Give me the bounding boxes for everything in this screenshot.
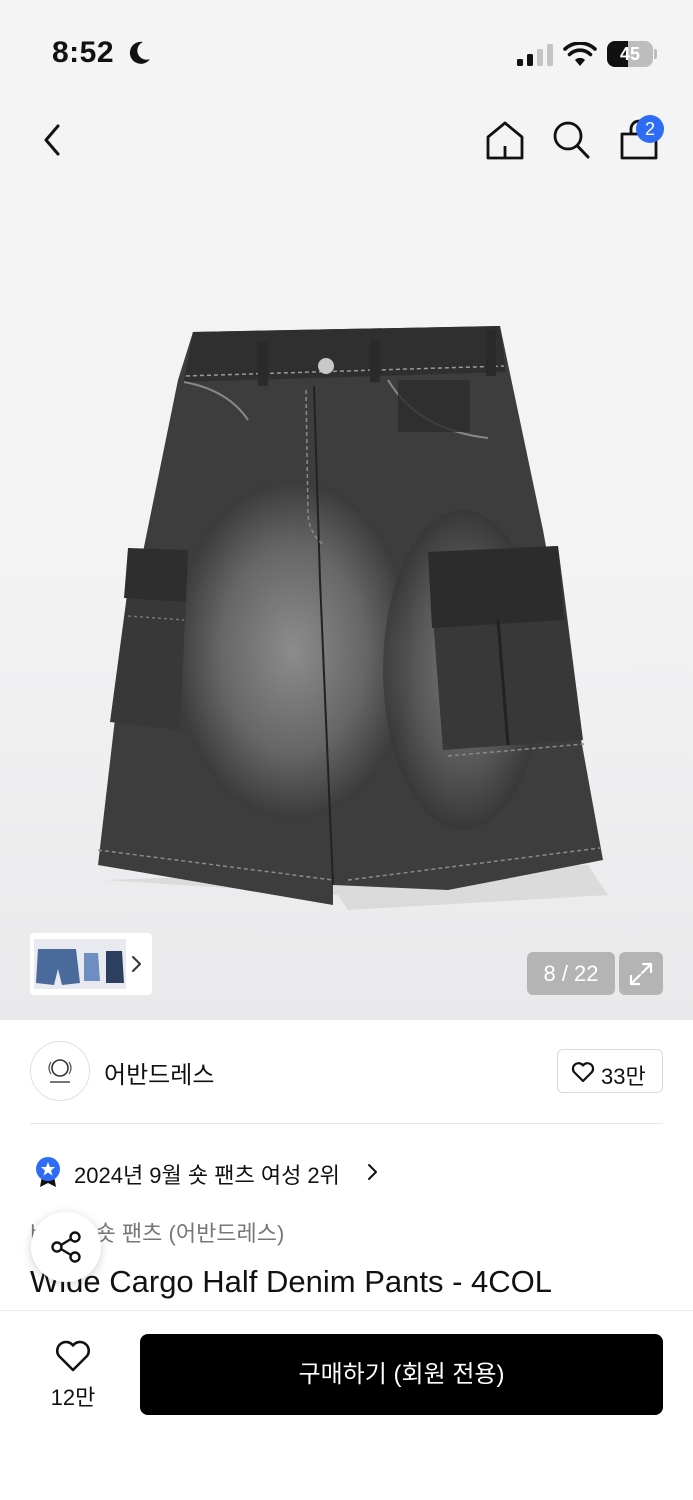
thumbnail-image — [34, 939, 126, 989]
product-image[interactable] — [88, 320, 618, 920]
cart-count-badge: 2 — [636, 115, 664, 143]
battery-level: 45 — [619, 44, 641, 64]
product-title: Wide Cargo Half Denim Pants - 4COL — [30, 1264, 553, 1299]
heart-icon[interactable] — [54, 1339, 92, 1373]
search-icon[interactable] — [550, 118, 592, 162]
ranking-badge-icon — [36, 1157, 60, 1187]
brand-logo[interactable] — [30, 1041, 90, 1101]
wishlist-count: 12만 — [50, 1385, 96, 1410]
home-icon[interactable] — [484, 118, 526, 162]
divider — [30, 1123, 663, 1124]
wifi-icon — [563, 42, 597, 66]
brand-like-button[interactable]: 33만 — [557, 1049, 663, 1093]
brand-emblem-icon — [48, 1059, 72, 1083]
heart-icon — [571, 1062, 595, 1083]
brand-like-count: 33만 — [601, 1064, 646, 1089]
chevron-right-icon[interactable] — [366, 1162, 378, 1182]
ranking-text[interactable]: 2024년 9월 숏 팬츠 여성 2위 — [74, 1158, 340, 1190]
image-counter: 8 / 22 — [527, 952, 615, 995]
buy-button[interactable]: 구매하기 (회원 전용) — [140, 1334, 663, 1415]
back-chevron-icon[interactable] — [36, 120, 72, 160]
share-button[interactable] — [31, 1212, 101, 1282]
battery-icon: 45 — [607, 41, 657, 67]
expand-button[interactable] — [619, 952, 663, 995]
share-icon — [51, 1231, 81, 1263]
status-time: 8:52 — [52, 36, 115, 69]
cellular-signal-icon — [517, 44, 553, 66]
expand-icon — [629, 962, 653, 986]
moon-icon — [129, 41, 150, 64]
chevron-right-icon[interactable] — [128, 953, 144, 975]
brand-name[interactable]: 어반드레스 — [104, 1055, 214, 1090]
status-bar: 8:52 45 — [0, 0, 693, 100]
product-gallery[interactable]: 8:52 45 2 8 / 22 — [0, 0, 693, 1020]
